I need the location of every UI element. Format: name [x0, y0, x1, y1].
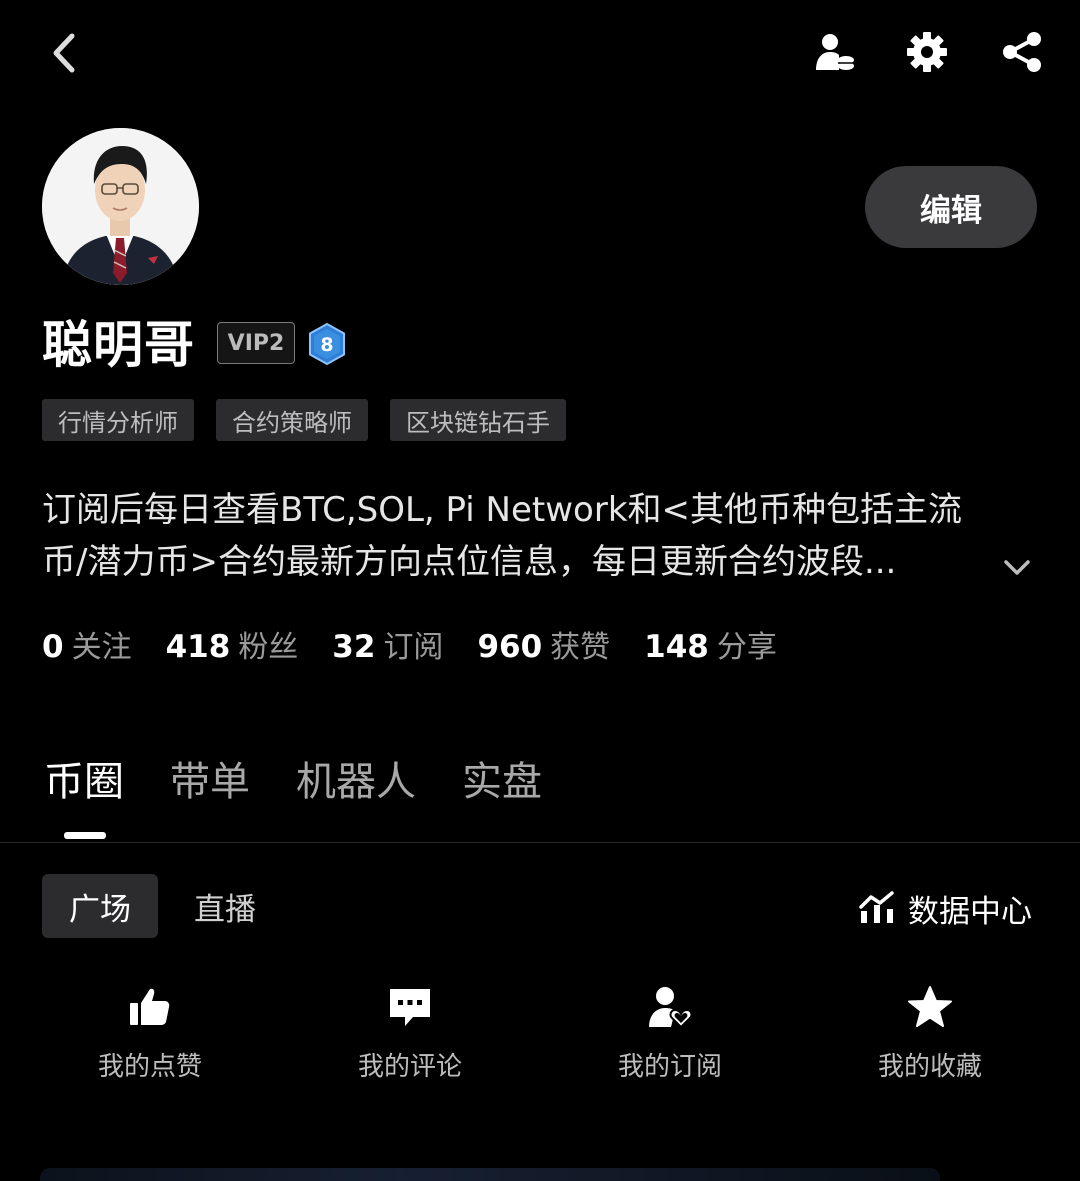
chart-icon [859, 891, 894, 923]
sub-tab-live[interactable]: 直播 [194, 874, 256, 938]
bio-line: 订阅后每日查看BTC,SOL, Pi Network和<其他币种包括主流 [42, 490, 963, 530]
data-center-button[interactable]: 数据中心 [858, 884, 1032, 932]
level-badge[interactable]: 8 [307, 322, 347, 366]
my-likes-button[interactable]: 我的点赞 [20, 982, 280, 1083]
data-center-label: 数据中心 [908, 893, 1032, 930]
divider [0, 842, 1080, 843]
tag[interactable]: 合约策略师 [216, 399, 368, 441]
vip-badge[interactable]: VIP2 [217, 322, 295, 364]
main-tabs: 币圈 带单 机器人 实盘 [44, 752, 542, 812]
stat-number: 32 [332, 629, 376, 665]
my-subscriptions-button[interactable]: 我的订阅 [540, 982, 800, 1083]
stat-label: 分享 [716, 630, 777, 665]
hexagon-icon: 8 [309, 322, 345, 366]
action-label: 我的收藏 [877, 1052, 982, 1082]
my-favorites-button[interactable]: 我的收藏 [800, 982, 1060, 1083]
bio-line: 币/潜力币>合约最新方向点位信息，每日更新合约波段... [42, 542, 897, 582]
share-button[interactable] [998, 28, 1046, 76]
action-label: 我的点赞 [97, 1052, 202, 1082]
bottom-banner-edge [40, 1168, 940, 1181]
stat-number: 0 [42, 629, 64, 665]
star-icon [908, 986, 952, 1027]
my-comments-button[interactable]: 我的评论 [280, 982, 540, 1083]
stat-number: 418 [165, 629, 231, 665]
stat-number: 960 [477, 629, 543, 665]
share-icon [1003, 32, 1041, 72]
level-number: 8 [320, 334, 333, 356]
chevron-left-icon [53, 33, 75, 73]
bio: 订阅后每日查看BTC,SOL, Pi Network和<其他币种包括主流 币/潜… [42, 484, 982, 588]
stat-label: 关注 [71, 630, 132, 665]
tag[interactable]: 区块链钻石手 [390, 399, 566, 441]
tab-crypto-circle[interactable]: 币圈 [44, 752, 124, 812]
username: 聪明哥 [42, 316, 195, 374]
stat-label: 获赞 [550, 630, 611, 665]
gear-icon [907, 32, 947, 72]
tab-live-trading[interactable]: 实盘 [462, 752, 542, 812]
expand-bio-button[interactable] [1000, 550, 1034, 584]
edit-profile-button[interactable]: 编辑 [865, 166, 1037, 248]
avatar[interactable] [42, 128, 199, 285]
stat-likes[interactable]: 960 获赞 [477, 622, 610, 666]
stat-number: 148 [644, 629, 709, 665]
stat-following[interactable]: 0 关注 [42, 622, 132, 666]
tag-list: 行情分析师 合约策略师 区块链钻石手 [42, 399, 566, 441]
user-heart-icon [649, 987, 693, 1029]
stat-label: 粉丝 [238, 630, 299, 665]
tag[interactable]: 行情分析师 [42, 399, 194, 441]
chevron-down-icon [1004, 560, 1030, 575]
stat-label: 订阅 [383, 630, 444, 665]
stat-subscriptions[interactable]: 32 订阅 [332, 622, 443, 666]
action-label: 我的评论 [357, 1052, 462, 1082]
tab-bots[interactable]: 机器人 [296, 752, 416, 812]
active-tab-indicator [64, 832, 106, 839]
settings-button[interactable] [903, 28, 951, 76]
stat-shares[interactable]: 148 分享 [644, 622, 777, 666]
stats-row: 0 关注 418 粉丝 32 订阅 960 获赞 148 分享 [42, 622, 777, 666]
stat-followers[interactable]: 418 粉丝 [166, 622, 299, 666]
tab-copy-trading[interactable]: 带单 [170, 752, 250, 812]
back-button[interactable] [44, 30, 84, 76]
user-coin-icon [816, 34, 854, 70]
quick-actions: 我的点赞 我的评论 我的订阅 我的收藏 [20, 982, 1060, 1083]
comment-icon [390, 989, 430, 1026]
thumbs-up-icon [130, 988, 170, 1025]
sub-tab-square[interactable]: 广场 [42, 874, 158, 938]
user-coin-button[interactable] [810, 28, 858, 76]
action-label: 我的订阅 [617, 1052, 722, 1082]
